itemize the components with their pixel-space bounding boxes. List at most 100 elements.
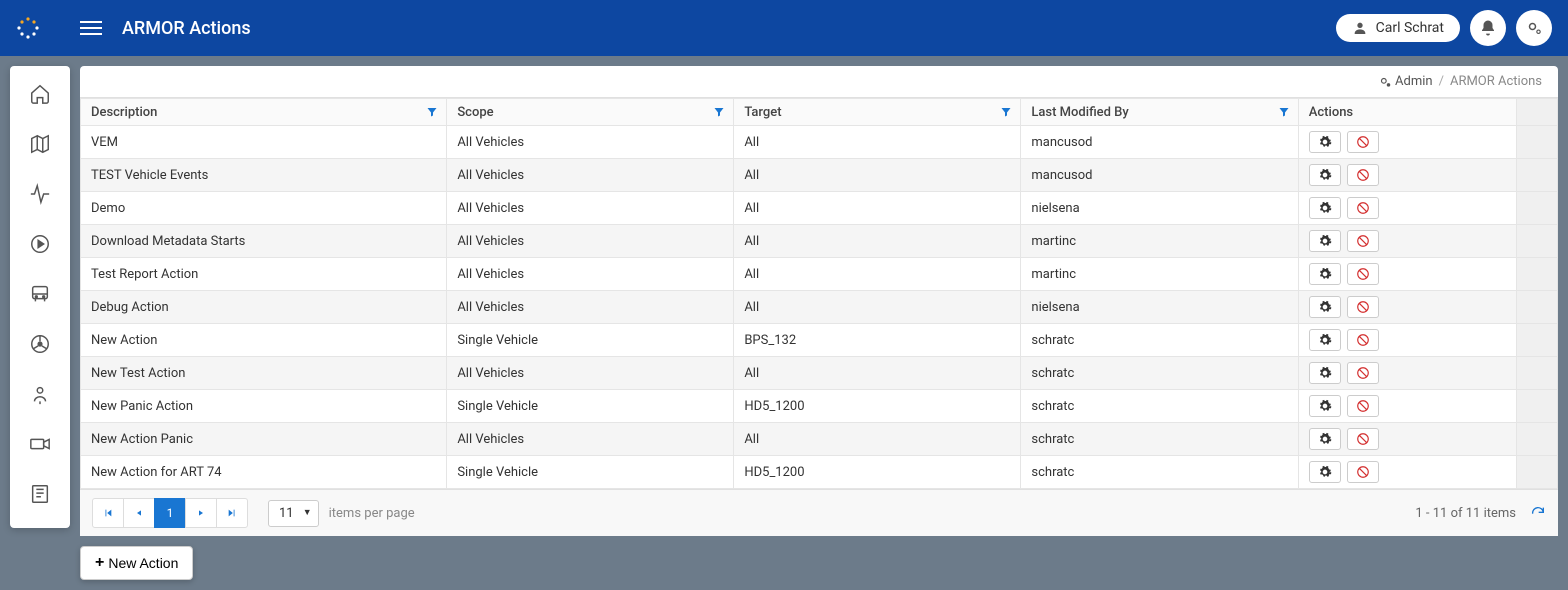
column-header-modified-by[interactable]: Last Modified By (1021, 99, 1298, 126)
row-settings-button[interactable] (1309, 329, 1341, 351)
cell-target: All (734, 192, 1021, 225)
gear-icon (1318, 201, 1332, 215)
row-delete-button[interactable] (1347, 164, 1379, 186)
gear-icon (1318, 300, 1332, 314)
sidebar-item-home[interactable] (28, 82, 52, 106)
column-header-target[interactable]: Target (734, 99, 1021, 126)
cell-target: HD5_1200 (734, 456, 1021, 489)
row-delete-button[interactable] (1347, 131, 1379, 153)
sidebar-item-map[interactable] (28, 132, 52, 156)
gear-icon (1318, 168, 1332, 182)
cell-actions (1298, 225, 1516, 258)
cell-scope: All Vehicles (447, 192, 734, 225)
pager-last-button[interactable] (216, 498, 248, 528)
cell-target: All (734, 225, 1021, 258)
row-delete-button[interactable] (1347, 263, 1379, 285)
user-menu-button[interactable]: Carl Schrat (1336, 14, 1460, 42)
row-settings-button[interactable] (1309, 131, 1341, 153)
cell-actions (1298, 357, 1516, 390)
prohibit-icon (1356, 432, 1370, 446)
pager-first-button[interactable] (92, 498, 124, 528)
sidebar (10, 66, 70, 528)
column-header-scope[interactable]: Scope (447, 99, 734, 126)
sidebar-item-activity[interactable] (28, 182, 52, 206)
refresh-button[interactable] (1530, 505, 1546, 521)
cell-actions (1298, 324, 1516, 357)
row-delete-button[interactable] (1347, 296, 1379, 318)
gear-icon (1318, 366, 1332, 380)
row-delete-button[interactable] (1347, 230, 1379, 252)
breadcrumb: Admin/ARMOR Actions (80, 66, 1558, 98)
row-settings-button[interactable] (1309, 428, 1341, 450)
breadcrumb-admin-link[interactable]: Admin (1395, 74, 1433, 89)
row-delete-button[interactable] (1347, 362, 1379, 384)
cell-description: Test Report Action (81, 258, 447, 291)
sidebar-item-person-pin[interactable] (28, 382, 52, 406)
cell-target: BPS_132 (734, 324, 1021, 357)
row-settings-button[interactable] (1309, 197, 1341, 219)
cell-actions (1298, 456, 1516, 489)
app-logo-icon (16, 16, 40, 40)
sidebar-item-book[interactable] (28, 482, 52, 506)
page-size-select[interactable]: 11 (268, 500, 319, 527)
row-settings-button[interactable] (1309, 296, 1341, 318)
user-name: Carl Schrat (1376, 20, 1444, 36)
cell-scope: All Vehicles (447, 159, 734, 192)
gears-icon (1378, 75, 1392, 89)
prohibit-icon (1356, 135, 1370, 149)
sidebar-item-steering[interactable] (28, 332, 52, 356)
row-delete-button[interactable] (1347, 197, 1379, 219)
cell-scope: Single Vehicle (447, 456, 734, 489)
cell-actions (1298, 258, 1516, 291)
cell-target: HD5_1200 (734, 390, 1021, 423)
menu-toggle-button[interactable] (80, 17, 102, 39)
row-settings-button[interactable] (1309, 461, 1341, 483)
actions-table: Description Scope (80, 98, 1558, 489)
row-delete-button[interactable] (1347, 428, 1379, 450)
table-row: VEMAll VehiclesAllmancusod (81, 126, 1558, 159)
gear-icon (1318, 432, 1332, 446)
row-settings-button[interactable] (1309, 164, 1341, 186)
row-delete-button[interactable] (1347, 461, 1379, 483)
table-row: New Action for ART 74Single VehicleHD5_1… (81, 456, 1558, 489)
row-settings-button[interactable] (1309, 230, 1341, 252)
filter-icon[interactable] (713, 106, 725, 118)
gear-icon (1318, 135, 1332, 149)
pager-prev-button[interactable] (123, 498, 155, 528)
row-settings-button[interactable] (1309, 395, 1341, 417)
cell-target: All (734, 159, 1021, 192)
table-row: New Panic ActionSingle VehicleHD5_1200sc… (81, 390, 1558, 423)
sidebar-item-bus[interactable] (28, 282, 52, 306)
sidebar-item-camera[interactable] (28, 432, 52, 456)
gears-icon (1525, 19, 1543, 37)
pager-page-1-button[interactable]: 1 (154, 498, 186, 528)
row-delete-button[interactable] (1347, 329, 1379, 351)
prohibit-icon (1356, 201, 1370, 215)
row-settings-button[interactable] (1309, 362, 1341, 384)
table-row: DemoAll VehiclesAllnielsena (81, 192, 1558, 225)
new-action-button[interactable]: + New Action (80, 546, 193, 580)
pager: 1 11 items per page 1 - 11 of 11 items (80, 489, 1558, 536)
cell-target: All (734, 291, 1021, 324)
row-delete-button[interactable] (1347, 395, 1379, 417)
row-settings-button[interactable] (1309, 263, 1341, 285)
column-header-description[interactable]: Description (81, 99, 447, 126)
cell-actions (1298, 126, 1516, 159)
settings-button[interactable] (1516, 10, 1552, 46)
cell-actions (1298, 192, 1516, 225)
cell-actions (1298, 423, 1516, 456)
pager-next-button[interactable] (185, 498, 217, 528)
cell-modified-by: martinc (1021, 225, 1298, 258)
gear-icon (1318, 234, 1332, 248)
filter-icon[interactable] (1000, 106, 1012, 118)
cell-modified-by: schratc (1021, 324, 1298, 357)
filter-icon[interactable] (426, 106, 438, 118)
sidebar-item-play[interactable] (28, 232, 52, 256)
filter-icon[interactable] (1278, 106, 1290, 118)
cell-description: TEST Vehicle Events (81, 159, 447, 192)
cell-modified-by: schratc (1021, 423, 1298, 456)
cell-target: All (734, 423, 1021, 456)
notifications-button[interactable] (1470, 10, 1506, 46)
cell-scope: All Vehicles (447, 357, 734, 390)
cell-modified-by: schratc (1021, 357, 1298, 390)
